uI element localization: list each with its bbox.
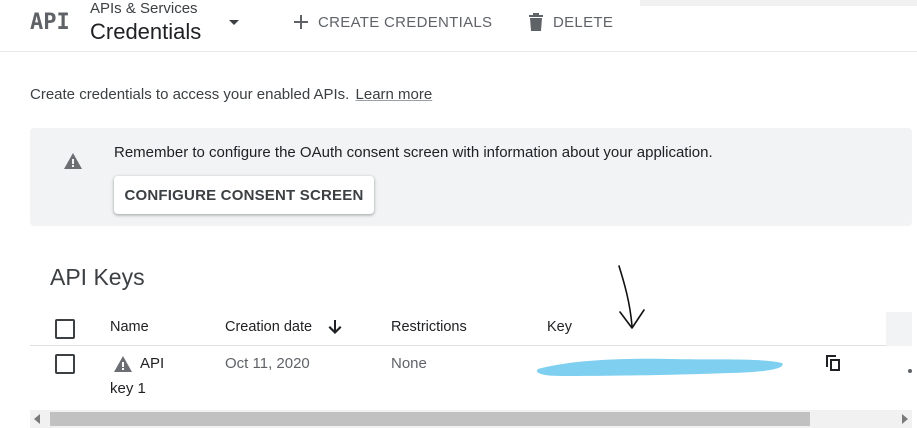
configure-consent-screen-button[interactable]: CONFIGURE CONSENT SCREEN xyxy=(114,176,374,214)
delete-label: DELETE xyxy=(553,13,614,31)
trash-icon xyxy=(525,11,547,33)
column-header-creation-date[interactable]: Creation date xyxy=(225,319,312,335)
intro-message: Create credentials to access your enable… xyxy=(30,86,350,103)
restrictions-cell: None xyxy=(391,355,427,372)
page-title: Credentials xyxy=(90,19,202,44)
horizontal-scrollbar[interactable] xyxy=(30,410,912,428)
column-header-key[interactable]: Key xyxy=(547,319,572,335)
create-credentials-label: CREATE CREDENTIALS xyxy=(318,13,493,31)
api-key-name-link-continued[interactable]: key 1 xyxy=(110,380,146,397)
api-key-name-link[interactable]: API xyxy=(140,355,164,372)
delete-button[interactable]: DELETE xyxy=(525,10,613,34)
api-keys-heading: API Keys xyxy=(50,264,145,290)
creation-date-cell: Oct 11, 2020 xyxy=(225,355,310,372)
plus-icon xyxy=(290,11,312,33)
hand-drawn-arrow-annotation xyxy=(612,262,652,334)
api-logo: API xyxy=(30,10,70,35)
arrow-down-icon[interactable] xyxy=(326,318,344,336)
caret-down-icon[interactable] xyxy=(226,14,242,30)
toolbar-spacer xyxy=(640,0,917,6)
column-header-restrictions[interactable]: Restrictions xyxy=(391,319,467,335)
copy-icon[interactable] xyxy=(822,352,844,374)
table-header xyxy=(30,312,912,346)
select-all-checkbox[interactable] xyxy=(55,319,75,339)
row-more-menu[interactable] xyxy=(908,369,912,373)
column-header-name[interactable]: Name xyxy=(110,319,149,335)
banner-message: Remember to configure the OAuth consent … xyxy=(114,144,713,161)
scroll-right-arrow[interactable] xyxy=(902,414,908,424)
create-credentials-button[interactable]: CREATE CREDENTIALS xyxy=(290,10,492,34)
breadcrumb-parent[interactable]: APIs & Services xyxy=(90,0,198,17)
scroll-left-arrow[interactable] xyxy=(34,414,40,424)
table-header-shade xyxy=(886,312,912,346)
scrollbar-thumb[interactable] xyxy=(50,412,810,426)
intro-text: Create credentials to access your enable… xyxy=(30,86,432,103)
key-redaction-mark xyxy=(530,350,790,380)
row-checkbox[interactable] xyxy=(55,354,75,374)
warning-icon xyxy=(62,151,84,171)
learn-more-link[interactable]: Learn more xyxy=(356,86,433,103)
warning-icon xyxy=(113,355,133,373)
